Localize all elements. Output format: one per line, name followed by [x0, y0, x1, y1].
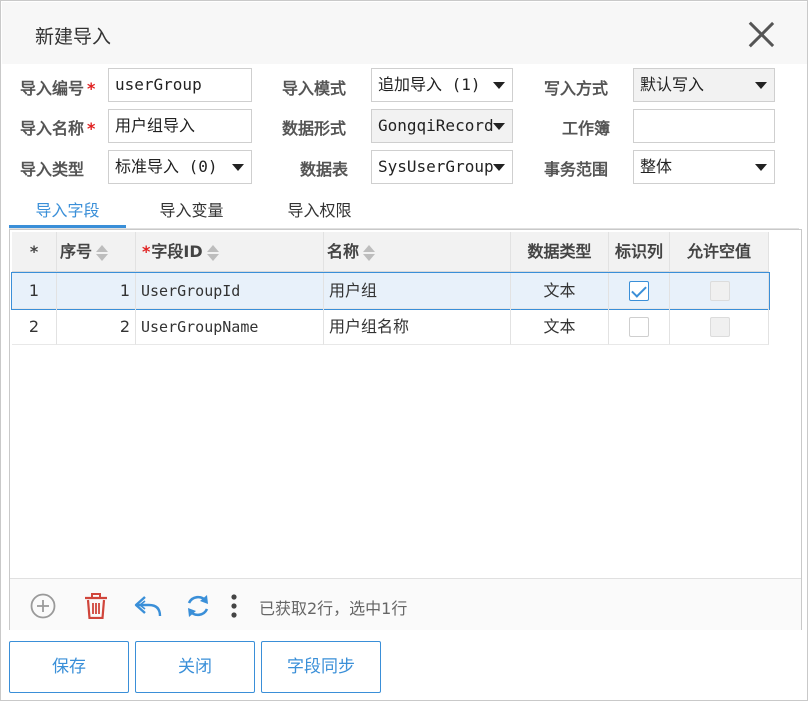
- row-nullable-cell: [670, 309, 769, 345]
- chevron-down-icon: [755, 82, 767, 89]
- dialog-titlebar: 新建导入: [2, 2, 807, 64]
- row-seq: 2: [57, 309, 136, 345]
- chevron-down-icon: [493, 164, 505, 171]
- chevron-down-icon: [232, 164, 244, 171]
- import-name-input[interactable]: 用户组导入: [108, 109, 252, 143]
- identity-checkbox[interactable]: [629, 281, 649, 301]
- nullable-checkbox: [710, 317, 730, 337]
- refresh-icon[interactable]: [185, 593, 211, 619]
- dialog-title: 新建导入: [35, 26, 112, 48]
- required-mark: *: [87, 119, 96, 138]
- identity-checkbox[interactable]: [629, 317, 649, 337]
- data-format-label: 数据形式: [282, 119, 347, 138]
- row-identity-cell: [609, 273, 670, 309]
- tx-scope-label: 事务范围: [544, 160, 609, 179]
- row-index: 1: [12, 273, 57, 309]
- col-header-seq-label: 序号: [60, 242, 93, 261]
- col-header-data-type: 数据类型: [511, 232, 609, 272]
- col-header-name[interactable]: 名称: [324, 232, 511, 272]
- close-button[interactable]: 关闭: [135, 641, 255, 693]
- close-icon[interactable]: [746, 19, 776, 49]
- chevron-down-icon: [755, 164, 767, 171]
- more-vertical-icon[interactable]: [228, 593, 240, 619]
- row-index: 2: [12, 309, 57, 345]
- row-identity-cell: [609, 309, 670, 345]
- import-mode-value: 追加导入 (1): [378, 75, 481, 94]
- row-nullable-cell: [670, 273, 769, 309]
- sort-icon[interactable]: [96, 244, 109, 262]
- import-type-value: 标准导入 (0): [115, 157, 218, 176]
- required-mark: *: [87, 79, 96, 98]
- chevron-down-icon: [493, 123, 505, 130]
- import-type-label: 导入类型: [20, 160, 85, 179]
- trash-icon[interactable]: [83, 593, 109, 619]
- data-format-select[interactable]: GongqiRecord: [371, 109, 513, 143]
- row-field-id[interactable]: UserGroupName: [136, 309, 324, 345]
- import-code-label: 导入编号 *: [20, 79, 96, 98]
- col-header-field-id[interactable]: *字段ID: [136, 232, 324, 272]
- sort-icon[interactable]: [206, 244, 219, 262]
- col-header-star: *: [12, 232, 57, 272]
- data-table-select[interactable]: SysUserGroup: [371, 150, 513, 184]
- required-mark: *: [142, 242, 151, 261]
- col-header-seq[interactable]: 序号: [57, 232, 136, 272]
- col-header-field-id-label: 字段ID: [151, 242, 203, 261]
- import-mode-label: 导入模式: [282, 79, 347, 98]
- table-row[interactable]: 2 2 UserGroupName 用户组名称 文本: [12, 309, 769, 345]
- grid-toolbar: 已获取2行，选中1行: [10, 578, 801, 630]
- import-mode-select[interactable]: 追加导入 (1): [371, 68, 513, 102]
- workbook-input[interactable]: [633, 109, 775, 143]
- row-name[interactable]: 用户组: [324, 273, 511, 309]
- tx-scope-select[interactable]: 整体: [633, 150, 775, 184]
- tab-import-variables[interactable]: 导入变量: [139, 196, 244, 228]
- add-icon[interactable]: [30, 593, 56, 619]
- grid-status-text: 已获取2行，选中1行: [259, 599, 408, 618]
- sync-fields-button[interactable]: 字段同步: [261, 641, 381, 693]
- table-row[interactable]: 1 1 UserGroupId 用户组 文本: [11, 272, 770, 310]
- undo-icon[interactable]: [133, 593, 163, 619]
- col-header-nullable: 允许空值: [670, 232, 769, 272]
- tab-import-fields[interactable]: 导入字段: [9, 196, 126, 228]
- row-seq: 1: [57, 273, 136, 309]
- row-field-id[interactable]: UserGroupId: [136, 273, 324, 309]
- col-header-identity: 标识列: [609, 232, 670, 272]
- write-mode-select[interactable]: 默认写入: [633, 68, 775, 102]
- row-data-type[interactable]: 文本: [511, 273, 609, 309]
- row-data-type[interactable]: 文本: [511, 309, 609, 345]
- data-format-value: GongqiRecord: [378, 116, 494, 135]
- col-header-name-label: 名称: [327, 242, 360, 261]
- import-name-label: 导入名称 *: [20, 119, 96, 138]
- import-type-select[interactable]: 标准导入 (0): [108, 150, 252, 184]
- tab-import-permissions[interactable]: 导入权限: [267, 196, 372, 228]
- tab-bar: 导入字段 导入变量 导入权限: [9, 196, 799, 230]
- save-button[interactable]: 保存: [9, 641, 129, 693]
- import-code-input[interactable]: userGroup: [108, 68, 252, 102]
- tx-scope-value: 整体: [640, 157, 673, 176]
- nullable-checkbox: [710, 281, 730, 301]
- row-name[interactable]: 用户组名称: [324, 309, 511, 345]
- sort-icon[interactable]: [363, 244, 376, 262]
- new-import-dialog: 新建导入 导入编号 * userGroup 导入名称 * 用户组导入 导入类型 标准…: [0, 0, 808, 701]
- workbook-label: 工作簿: [562, 119, 611, 138]
- write-mode-label: 写入方式: [544, 79, 609, 98]
- chevron-down-icon: [493, 82, 505, 89]
- data-table-label: 数据表: [300, 160, 349, 179]
- data-table-value: SysUserGroup: [378, 157, 494, 176]
- write-mode-value: 默认写入: [640, 75, 705, 94]
- fields-grid: * 序号 *字段ID 名称 数据类型 标识列 允许空值 1 1 UserGrou…: [9, 229, 802, 630]
